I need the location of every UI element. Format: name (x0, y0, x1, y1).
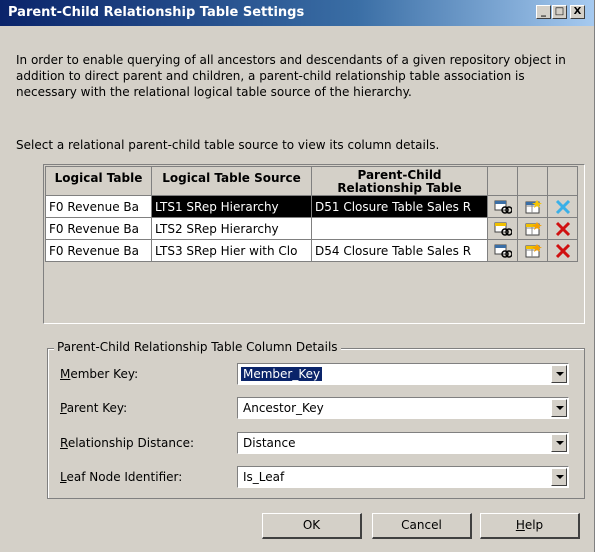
select-table-button[interactable] (487, 195, 518, 218)
chevron-down-icon[interactable] (551, 468, 567, 486)
delete-button[interactable] (547, 239, 578, 262)
column-header-logical-table[interactable]: Logical Table (45, 166, 152, 196)
leaf-node-value: Is_Leaf (243, 470, 285, 484)
maximize-icon: □ (554, 6, 565, 17)
cell-logical-table-source[interactable]: LTS3 SRep Hier with Clo (151, 239, 312, 262)
window-title: Parent-Child Relationship Table Settings (8, 5, 305, 20)
minimize-icon: _ (541, 6, 546, 17)
help-button-text: elp (524, 518, 544, 532)
column-header-delete (547, 166, 578, 196)
relationship-distance-value: Distance (243, 436, 296, 450)
member-key-label-text: ember Key: (70, 367, 139, 381)
cell-parent-child-table[interactable] (311, 217, 488, 240)
cell-logical-table[interactable]: F0 Revenue Ba (45, 195, 152, 218)
cell-logical-table[interactable]: F0 Revenue Ba (45, 239, 152, 262)
relationship-distance-label-text: elationship Distance: (67, 436, 195, 450)
table-row[interactable]: F0 Revenue Ba LTS1 SRep Hierarchy D51 Cl… (45, 195, 578, 218)
relationship-distance-select[interactable]: Distance (237, 432, 569, 454)
ok-button[interactable]: OK (262, 513, 362, 539)
cell-parent-child-table[interactable]: D54 Closure Table Sales R (311, 239, 488, 262)
cell-logical-table-source[interactable]: LTS2 SRep Hierarchy (151, 217, 312, 240)
intro-text: In order to enable querying of all ances… (16, 53, 566, 99)
cell-logical-table-source[interactable]: LTS1 SRep Hierarchy (151, 195, 312, 218)
new-table-icon (525, 199, 542, 213)
select-instruction: Select a relational parent-child table s… (16, 138, 440, 152)
leaf-node-label: Leaf Node Identifier: (60, 470, 183, 484)
new-table-button[interactable] (517, 217, 548, 240)
delete-button[interactable] (547, 195, 578, 218)
column-header-select (487, 166, 518, 196)
relationship-distance-label: Relationship Distance: (60, 436, 195, 450)
relationship-table[interactable]: Logical Table Logical Table Source Paren… (43, 164, 585, 324)
column-details-legend: Parent-Child Relationship Table Column D… (54, 340, 341, 354)
close-button[interactable]: X (570, 5, 585, 19)
parent-key-select[interactable]: Ancestor_Key (237, 397, 569, 419)
maximize-button[interactable]: □ (552, 5, 567, 19)
parent-key-value: Ancestor_Key (243, 401, 324, 415)
select-table-icon (494, 244, 512, 258)
column-header-parent-child-table[interactable]: Parent-Child Relationship Table (311, 166, 488, 196)
new-table-button[interactable] (517, 195, 548, 218)
cell-logical-table[interactable]: F0 Revenue Ba (45, 217, 152, 240)
new-table-icon (525, 221, 542, 235)
minimize-button[interactable]: _ (536, 5, 551, 19)
select-table-icon (494, 222, 512, 236)
parent-key-label: Parent Key: (60, 401, 128, 415)
chevron-down-icon[interactable] (551, 434, 567, 452)
chevron-down-icon[interactable] (551, 365, 567, 383)
select-table-button[interactable] (487, 239, 518, 262)
close-icon: X (573, 6, 582, 17)
relationship-grid: Logical Table Logical Table Source Paren… (45, 166, 578, 262)
new-table-icon (525, 243, 542, 257)
delete-button[interactable] (547, 217, 578, 240)
delete-icon (555, 199, 570, 214)
parent-key-label-text: arent Key: (66, 401, 128, 415)
leaf-node-label-text: eaf Node Identifier: (66, 470, 183, 484)
title-bar[interactable]: Parent-Child Relationship Table Settings… (0, 0, 594, 26)
help-button[interactable]: Help (480, 513, 580, 539)
member-key-select[interactable]: Member_Key (237, 363, 569, 385)
delete-icon (555, 243, 570, 258)
chevron-down-icon[interactable] (551, 399, 567, 417)
cell-parent-child-table[interactable]: D51 Closure Table Sales R (311, 195, 488, 218)
dialog-window: Parent-Child Relationship Table Settings… (0, 0, 595, 552)
member-key-value: Member_Key (241, 367, 323, 381)
leaf-node-select[interactable]: Is_Leaf (237, 466, 569, 488)
delete-icon (555, 221, 570, 236)
cancel-button[interactable]: Cancel (372, 513, 472, 539)
new-table-button[interactable] (517, 239, 548, 262)
column-header-new (517, 166, 548, 196)
member-key-label: Member Key: (60, 367, 139, 381)
table-row[interactable]: F0 Revenue Ba LTS3 SRep Hier with Clo D5… (45, 239, 578, 262)
select-table-icon (494, 200, 512, 214)
select-table-button[interactable] (487, 217, 518, 240)
table-row[interactable]: F0 Revenue Ba LTS2 SRep Hierarchy (45, 217, 578, 240)
column-header-logical-table-source[interactable]: Logical Table Source (151, 166, 312, 196)
